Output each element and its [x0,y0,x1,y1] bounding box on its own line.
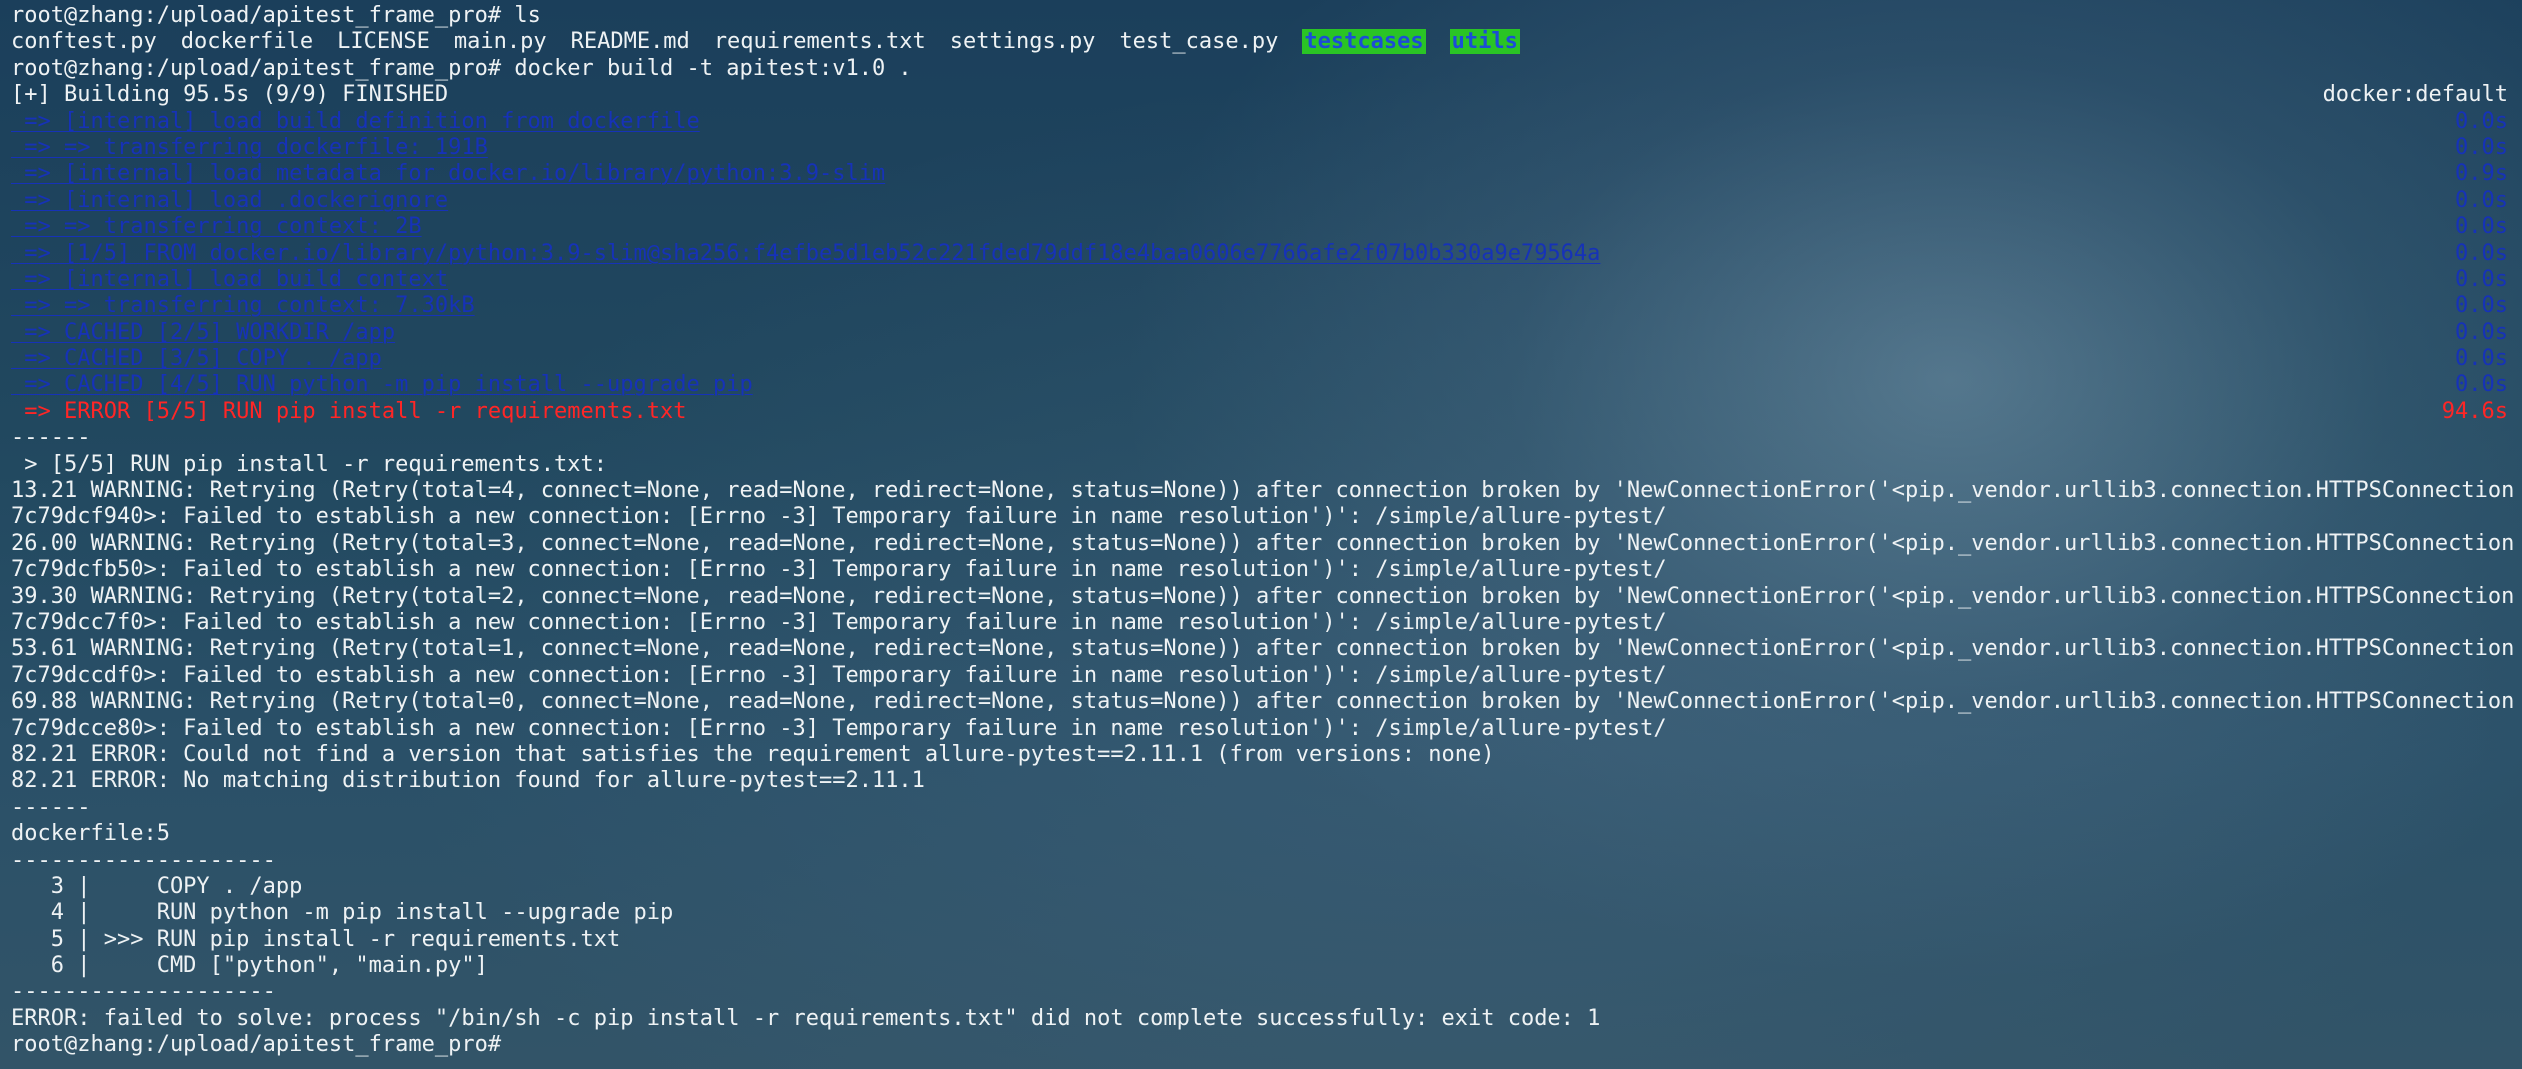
build-step-text: => CACHED [2/5] WORKDIR /app [11,319,396,345]
shell-prompt: root@zhang:/upload/apitest_frame_pro# [11,1032,502,1058]
build-step: => => transferring context: 2B 0.0s [0,214,2522,240]
ls-directory: testcases [1302,29,1426,55]
output-line: 69.88 WARNING: Retrying (Retry(total=0, … [11,689,2522,715]
builder-name: docker:default [2322,82,2508,108]
build-step: => [internal] load metadata for docker.i… [0,161,2522,187]
build-step-time: 0.0s [2455,214,2508,240]
build-step-time: 0.0s [2455,240,2508,266]
output-line: 26.00 WARNING: Retrying (Retry(total=3, … [11,530,2522,556]
build-step: => [internal] load .dockerignore 0.0s [0,188,2522,214]
build-step-text: => CACHED [3/5] COPY . /app [11,346,382,372]
build-step-time: 94.6s [2441,398,2508,424]
build-step-time: 0.9s [2455,161,2508,187]
build-step-time: 0.0s [2455,293,2508,319]
build-step-time: 0.0s [2455,346,2508,372]
build-step-text: => => transferring context: 2B [11,214,422,240]
output-line: 13.21 WARNING: Retrying (Retry(total=4, … [11,478,2522,504]
separator: -------------------- [11,847,276,873]
output-line: 7c79dcce80>: Failed to establish a new c… [11,715,1667,741]
build-step-text: => [internal] load build definition from… [11,108,700,134]
ls-output: conftest.py dockerfile LICENSE main.py READM… [0,29,2522,55]
output-line: 7c79dcfb50>: Failed to establish a new c… [11,557,1667,583]
final-error: ERROR: failed to solve: process "/bin/sh… [11,1005,1601,1031]
build-step-time: 0.0s [2455,108,2508,134]
prompt-line-build: root@zhang:/upload/apitest_frame_pro# do… [0,56,2522,82]
build-step-text: => ERROR [5/5] RUN pip install -r requir… [11,398,687,424]
build-step-text: => CACHED [4/5] RUN python -m pip instal… [11,372,753,398]
build-step: => CACHED [2/5] WORKDIR /app 0.0s [0,320,2522,346]
dockerfile-ref: dockerfile:5 [11,821,170,847]
ls-directory: utils [1449,29,1520,55]
run-header: > [5/5] RUN pip install -r requirements.… [11,451,608,477]
prompt-line-ls: root@zhang:/upload/apitest_frame_pro# ls [0,3,2522,29]
output-line: 82.21 ERROR: Could not find a version th… [11,741,1495,767]
separator: ------ [11,425,91,451]
build-step: => => transferring context: 7.30kB 0.0s [0,293,2522,319]
build-step-time: 0.0s [2455,266,2508,292]
ls-file: LICENSE [337,29,430,55]
build-step-time: 0.0s [2455,134,2508,160]
shell-prompt: root@zhang:/upload/apitest_frame_pro# [11,3,502,28]
output-line: 7c79dccdf0>: Failed to establish a new c… [11,662,1667,688]
command-text: docker build -t apitest:v1.0 . [514,55,912,81]
dockerfile-line: 3 | COPY . /app [11,873,303,899]
build-step: => => transferring dockerfile: 191B 0.0s [0,135,2522,161]
separator: ------ [11,794,91,820]
build-step: => CACHED [4/5] RUN python -m pip instal… [0,372,2522,398]
build-step-text: => [1/5] FROM docker.io/library/python:3… [11,240,1601,266]
ls-file: requirements.txt [713,29,926,55]
output-line: 39.30 WARNING: Retrying (Retry(total=2, … [11,583,2522,609]
build-status: [+] Building 95.5s (9/9) FINISHED [11,82,449,108]
build-step-text: => => transferring dockerfile: 191B [11,134,488,160]
build-step: => CACHED [3/5] COPY . /app 0.0s [0,346,2522,372]
ls-file: dockerfile [180,29,314,55]
dockerfile-line: 6 | CMD ["python", "main.py"] [11,953,488,979]
build-step: => [internal] load build context 0.0s [0,267,2522,293]
build-step-text: => [internal] load build context [11,266,449,292]
build-step-time: 0.0s [2455,372,2508,398]
prompt-line-current[interactable]: root@zhang:/upload/apitest_frame_pro# [0,1032,2522,1058]
output-line: 7c79dcf940>: Failed to establish a new c… [11,504,1667,530]
separator: -------------------- [11,979,276,1005]
build-step-time: 0.0s [2455,187,2508,213]
ls-file: test_case.py [1119,29,1279,55]
build-step: => [1/5] FROM docker.io/library/python:3… [0,241,2522,267]
build-step-error: => ERROR [5/5] RUN pip install -r requir… [0,399,2522,425]
terminal-window[interactable]: root@zhang:/upload/apitest_frame_pro# ls… [0,0,2522,1069]
command-text: ls [514,3,541,28]
build-step-text: => => transferring context: 7.30kB [11,293,475,319]
build-step-text: => [internal] load .dockerignore [11,187,449,213]
ls-file: README.md [570,29,690,55]
build-header: [+] Building 95.5s (9/9) FINISHED docker:… [0,82,2522,108]
output-line: 53.61 WARNING: Retrying (Retry(total=1, … [11,636,2522,662]
build-step-text: => [internal] load metadata for docker.i… [11,161,886,187]
ls-file: conftest.py [11,29,157,55]
dockerfile-line: 4 | RUN python -m pip install --upgrade … [11,900,674,926]
build-step-time: 0.0s [2455,319,2508,345]
shell-prompt: root@zhang:/upload/apitest_frame_pro# [11,55,502,81]
ls-file: settings.py [949,29,1096,55]
build-step: => [internal] load build definition from… [0,109,2522,135]
dockerfile-line: 5 | >>> RUN pip install -r requirements.… [11,926,621,952]
ls-file: main.py [453,29,547,55]
output-line: 82.21 ERROR: No matching distribution fo… [11,768,925,794]
output-line: 7c79dcc7f0>: Failed to establish a new c… [11,609,1667,635]
